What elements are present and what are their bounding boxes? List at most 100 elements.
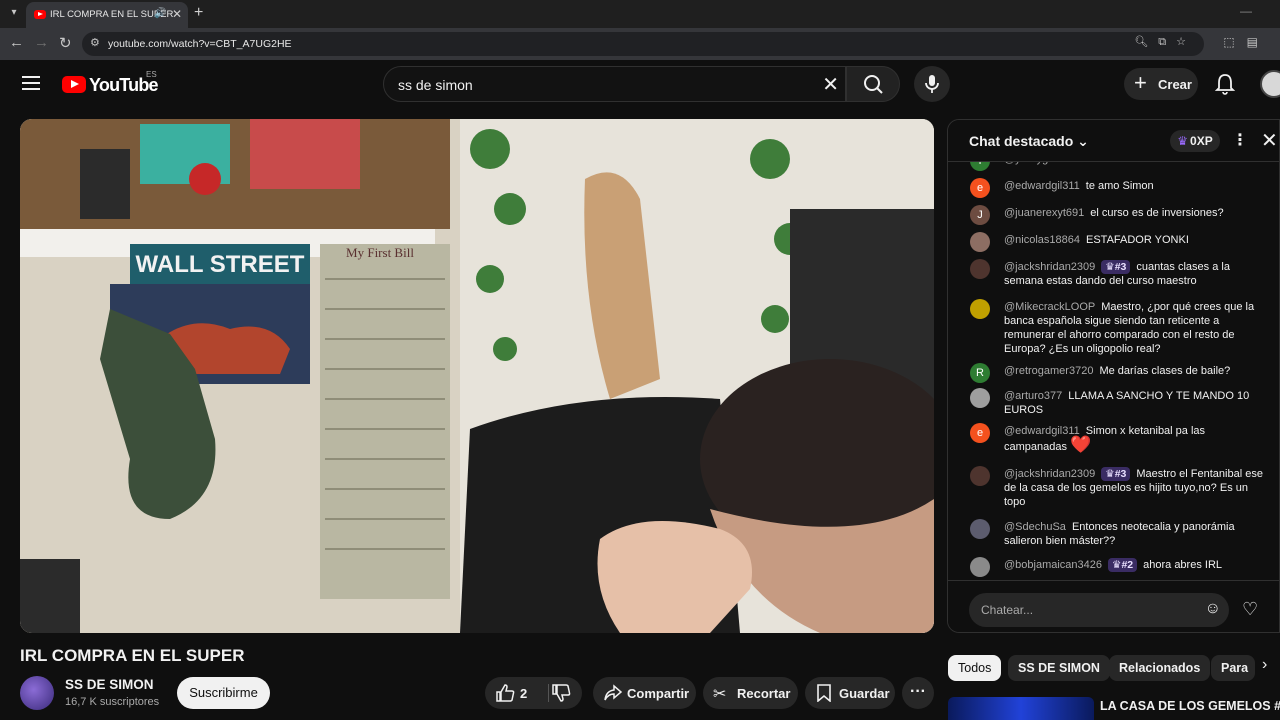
back-arrow-icon[interactable]: ← [9, 34, 24, 51]
address-toolbar: ← → ↻ ⚙ youtube.com/watch?v=CBT_A7UG2HE … [0, 28, 1280, 60]
search-box[interactable]: ss de simon ✕ [383, 66, 846, 102]
tab-search-dropdown[interactable]: ▾ [6, 5, 22, 21]
chat-author-name[interactable]: @jackshridan2309 [1004, 261, 1095, 273]
chat-author-avatar[interactable]: R [970, 363, 990, 383]
chat-message-text: Me darías clases de baile? [1099, 365, 1231, 377]
chat-message-body: @jackshridan2309 ♛#3 cuantas clases a la s… [1004, 260, 1266, 288]
chip-channel[interactable]: SS DE SIMON [1008, 655, 1110, 681]
chat-input-area: Chatear... ☺ ♡ [948, 580, 1279, 632]
plus-icon: + [1134, 70, 1147, 95]
chat-author-avatar[interactable]: e [970, 423, 990, 443]
browser-tab[interactable]: IRL COMPRA EN EL SUPER 🔊 ✕ [26, 2, 188, 28]
search-button[interactable] [846, 66, 900, 102]
chat-message-body: @SdechuSa Entonces neotecalia y panorámia… [1004, 520, 1266, 548]
chat-author-avatar[interactable] [970, 519, 990, 539]
dislike-button[interactable] [551, 684, 571, 705]
chat-author-name[interactable]: @MikecrackLOOP [1004, 301, 1095, 313]
crown-icon: ♛ [1105, 261, 1115, 273]
chat-author-avatar[interactable] [970, 259, 990, 279]
xp-badge[interactable]: ♛ 0XP [1170, 130, 1220, 152]
chat-close-icon[interactable]: ✕ [1261, 128, 1278, 153]
chat-author-avatar[interactable]: J [970, 205, 990, 225]
chat-header: Chat destacado ⌄ ♛ 0XP ⋮ ✕ [948, 120, 1279, 162]
chat-author-name[interactable]: @bobjamaican3426 [1004, 559, 1102, 571]
xp-label: 0XP [1190, 134, 1213, 148]
chat-author-avatar[interactable]: e [970, 178, 990, 198]
like-button[interactable] [495, 684, 515, 705]
save-label: Guardar [839, 686, 890, 701]
heart-emoji-icon: ❤️ [1070, 435, 1092, 454]
chat-author-name[interactable]: @jackshridan2309 [1004, 468, 1095, 480]
extension-actions: ⬚▤ [1223, 35, 1270, 49]
chat-mode-dropdown[interactable]: Chat destacado ⌄ [969, 133, 1089, 150]
channel-name[interactable]: SS DE SIMON [65, 677, 154, 692]
chevron-right-icon[interactable]: › [1262, 656, 1267, 674]
chat-author-name[interactable]: @SdechuSa [1004, 521, 1066, 533]
search-input[interactable]: ss de simon [398, 77, 473, 93]
zoom-icon[interactable]: 🔍︎ [1134, 36, 1158, 48]
subscribe-button[interactable]: Suscribirme [177, 677, 270, 709]
chat-message-body: @arturo377 LLAMA A SANCHO Y TE MANDO 10 E… [1004, 389, 1266, 417]
share-label: Compartir [627, 686, 690, 701]
chat-author-name[interactable]: @arturo377 [1004, 390, 1062, 402]
chat-author-name[interactable]: @juanerexyt691 [1004, 207, 1084, 219]
thumbs-down-icon [552, 684, 571, 702]
menu-hamburger-icon[interactable] [22, 76, 40, 90]
new-tab-button[interactable]: + [194, 4, 203, 22]
live-chat-panel: Y@yeraygutierre20588hola Simone@edwardgi… [947, 119, 1280, 633]
video-player[interactable]: WALL STREET My First Bill [20, 119, 934, 633]
chat-more-options-icon[interactable]: ⋮ [1232, 130, 1248, 150]
chip-para[interactable]: Para [1211, 655, 1255, 681]
window-minimize-icon[interactable]: — [1240, 4, 1252, 18]
forward-arrow-icon[interactable]: → [34, 34, 49, 51]
site-info-icon[interactable]: ⚙ [90, 36, 100, 49]
create-button[interactable]: + Crear [1124, 68, 1198, 100]
chat-author-avatar[interactable] [970, 466, 990, 486]
chat-author-avatar[interactable] [970, 388, 990, 408]
save-button[interactable]: Guardar [805, 677, 895, 709]
chat-author-avatar[interactable] [970, 232, 990, 252]
chat-author-avatar[interactable] [970, 557, 990, 577]
notifications-bell-icon[interactable] [1214, 72, 1236, 96]
chat-author-avatar[interactable] [970, 299, 990, 319]
chat-message-text: ESTAFADOR YONKI [1086, 234, 1189, 246]
speaker-icon[interactable]: 🔊 [154, 8, 166, 19]
install-app-icon[interactable]: ⧉ [1158, 36, 1176, 48]
microphone-icon [925, 75, 939, 93]
share-button[interactable]: Compartir [593, 677, 696, 709]
chevron-down-icon: ⌄ [1077, 133, 1089, 149]
url-text[interactable]: youtube.com/watch?v=CBT_A7UG2HE [108, 38, 292, 50]
bookmark-star-icon[interactable]: ☆ [1176, 36, 1196, 48]
side-panel-icon[interactable]: ▤ [1247, 35, 1270, 49]
chat-author-name[interactable]: @retrogamer3720 [1004, 365, 1093, 377]
emoji-icon[interactable]: ☺ [1205, 600, 1221, 618]
chip-related[interactable]: Relacionados [1109, 655, 1211, 681]
recommended-title[interactable]: LA CASA DE LOS GEMELOS #2 | [1100, 699, 1280, 713]
chat-input[interactable]: Chatear... ☺ [969, 593, 1229, 627]
search-icon [864, 75, 883, 94]
url-bar[interactable]: ⚙ youtube.com/watch?v=CBT_A7UG2HE [82, 32, 1204, 56]
channel-avatar[interactable] [20, 676, 54, 710]
tab-close-icon[interactable]: ✕ [172, 7, 182, 21]
share-arrow-icon [603, 684, 623, 705]
reload-icon[interactable]: ↻ [59, 34, 72, 52]
chat-mode-label: Chat destacado [969, 133, 1074, 149]
chat-author-name[interactable]: @edwardgil311 [1004, 425, 1080, 437]
chat-message-body: @jackshridan2309 ♛#3 Maestro el Fentanibal… [1004, 467, 1266, 509]
chip-todos[interactable]: Todos [948, 655, 1002, 681]
recommended-thumbnail[interactable] [948, 697, 1094, 720]
chat-author-name[interactable]: @edwardgil311 [1004, 180, 1080, 192]
badge-rank: #3 [1114, 261, 1127, 273]
clip-button[interactable]: ✂ Recortar [703, 677, 798, 709]
scissors-icon: ✂ [713, 686, 727, 703]
chat-author-name[interactable]: @nicolas18864 [1004, 234, 1080, 246]
heart-reaction-icon[interactable]: ♡ [1242, 599, 1266, 621]
chat-message-body: @juanerexyt691 el curso es de inversiones… [1004, 206, 1266, 220]
voice-search-button[interactable] [914, 66, 950, 102]
account-avatar[interactable] [1260, 70, 1280, 98]
extensions-puzzle-icon[interactable]: ⬚ [1223, 35, 1246, 49]
crown-icon: ♛ [1177, 134, 1189, 148]
clear-search-icon[interactable]: ✕ [822, 72, 839, 97]
thumbs-up-icon [496, 684, 515, 702]
more-actions-button[interactable]: ··· [902, 677, 934, 709]
